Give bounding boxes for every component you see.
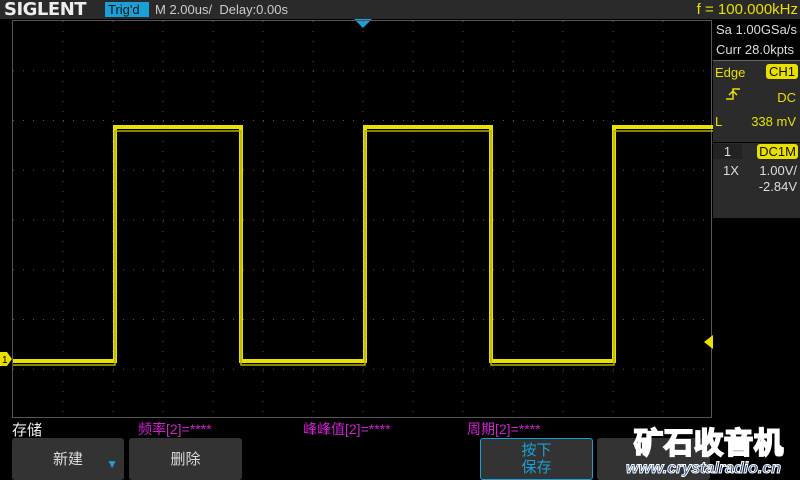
channel-coupling-badge: DC1M: [757, 144, 798, 159]
rising-edge-icon: [726, 88, 740, 100]
measurement-frequency: 频率[2]=****: [138, 421, 212, 437]
probe-ratio: 1X: [723, 163, 739, 178]
timebase-scale: M 2.00us/: [155, 2, 213, 17]
trigger-level: 338 mV: [751, 114, 796, 129]
new-button-label: 新建: [52, 450, 83, 468]
waveform-display[interactable]: [12, 20, 713, 419]
trigger-type: Edge: [715, 65, 746, 80]
measurement-peak-to-peak: 峰峰值[2]=****: [303, 421, 391, 437]
frequency-counter: f = 100.000kHz: [696, 1, 798, 18]
trigger-level-marker-icon[interactable]: [704, 335, 713, 349]
press-label: 按下: [521, 442, 552, 459]
top-status-bar: SIGLENT Trig'd M 2.00us/ Delay:0.00s f =…: [0, 0, 800, 19]
ch1-marker-label: 1: [2, 355, 8, 366]
trigger-coupling: DC: [777, 90, 796, 105]
measurement-period: 周期[2]=****: [467, 421, 541, 437]
menu-title: 存储: [12, 422, 43, 439]
channel-number: 1: [713, 144, 742, 159]
timebase-readout[interactable]: M 2.00us/ Delay:0.00s: [155, 1, 288, 18]
save-label: 保存: [521, 459, 552, 476]
vertical-scale: 1.00V/: [759, 163, 797, 178]
trigger-level-label: L: [715, 114, 723, 129]
blank-softkey[interactable]: [597, 438, 710, 480]
delete-button[interactable]: 删除: [129, 438, 242, 480]
sample-rate: Sa 1.00GSa/s: [716, 22, 797, 37]
delete-button-label: 删除: [170, 450, 201, 468]
ch1-ground-marker-icon[interactable]: 1: [0, 352, 12, 366]
arrow-down-icon: ▼: [106, 457, 118, 471]
side-panel: Sa 1.00GSa/s Curr 28.0kpts Edge CH1 DC L…: [713, 20, 800, 418]
brand-logo: SIGLENT: [4, 0, 87, 20]
vertical-offset: -2.84V: [758, 179, 797, 194]
measurement-bar: 存储 频率[2]=**** 峰峰值[2]=**** 周期[2]=****: [0, 418, 800, 439]
channel1-panel[interactable]: 1 DC1M 1X 1.00V/ -2.84V: [713, 136, 800, 218]
press-to-save-button[interactable]: 按下 保存: [480, 438, 593, 480]
graticule: [13, 21, 713, 419]
trigger-source-badge: CH1: [765, 64, 798, 79]
new-button[interactable]: 新建 ▼: [12, 438, 124, 480]
trigger-status-badge: Trig'd: [105, 2, 149, 17]
delay-readout: Delay:0.00s: [219, 2, 288, 17]
memory-depth: Curr 28.0kpts: [716, 42, 795, 57]
ch1-waveform: [13, 125, 713, 363]
